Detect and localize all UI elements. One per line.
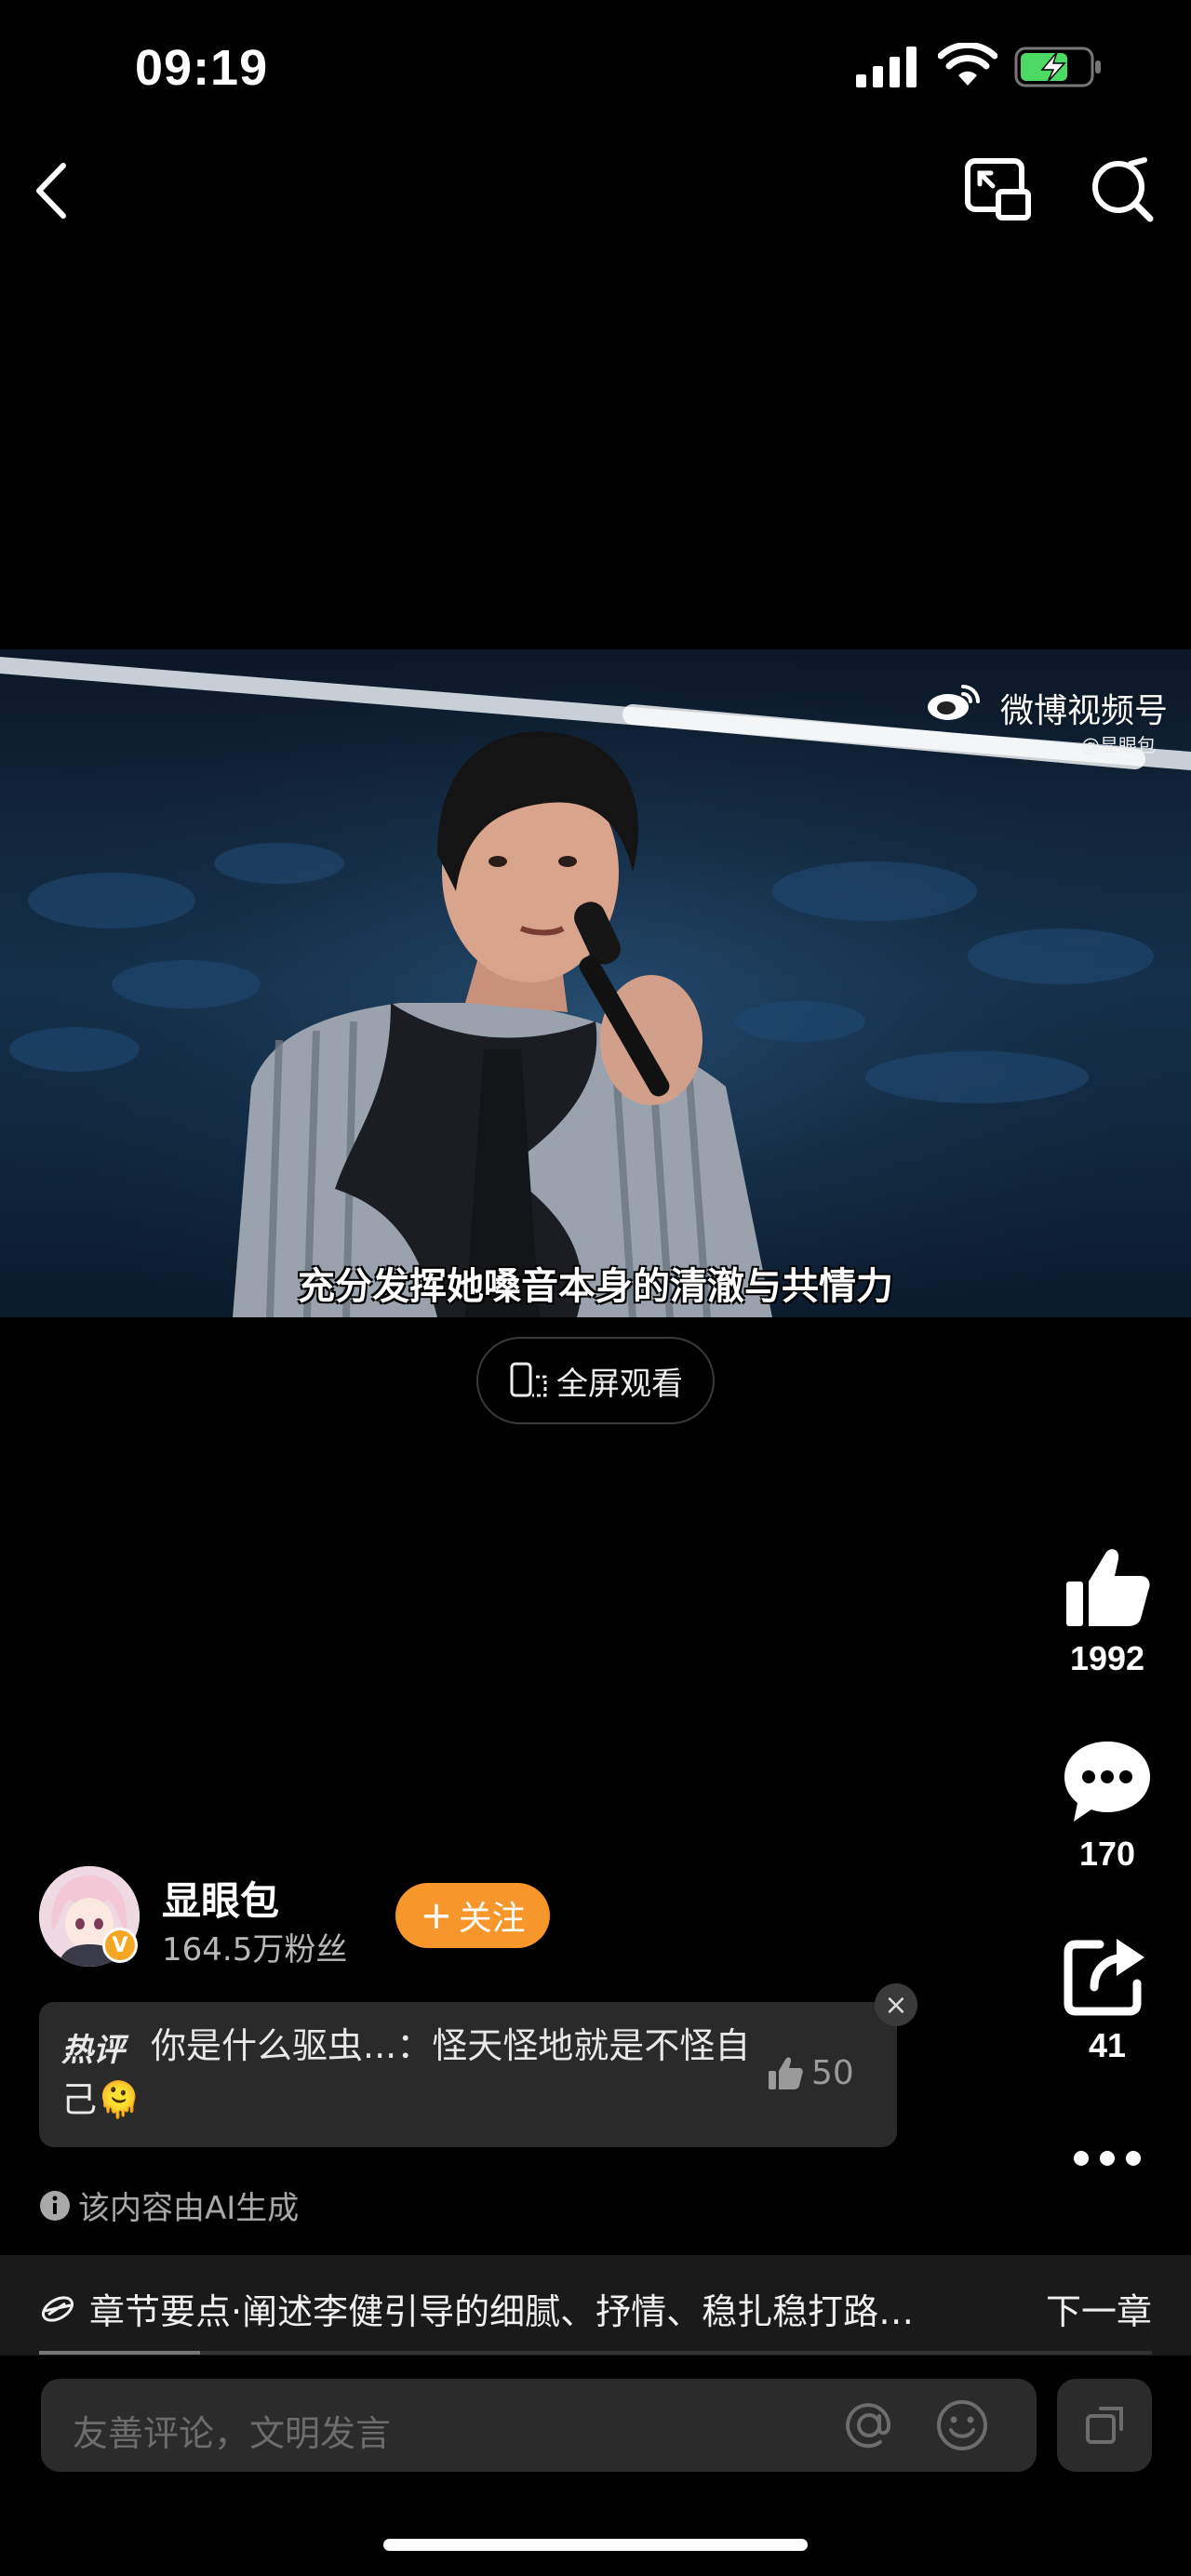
comment-input-placeholder: 友善评论，文明发言	[73, 2413, 392, 2454]
next-chapter-button[interactable]: 下一章	[1046, 2283, 1152, 2334]
author-name[interactable]: 显眼包	[162, 1870, 279, 1927]
back-chevron-icon[interactable]	[30, 158, 71, 223]
share-button[interactable]: 41	[1042, 1931, 1172, 2065]
follow-button[interactable]: + 关注	[395, 1883, 550, 1948]
thumbs-up-icon	[769, 2057, 803, 2089]
picture-in-picture-icon[interactable]	[963, 156, 1032, 221]
share-count: 41	[1088, 2026, 1127, 2064]
video-progress-fill	[39, 2351, 201, 2355]
thumbs-up-icon	[1066, 1549, 1150, 1626]
watermark-title: 微博视频号	[999, 692, 1168, 730]
comment-input[interactable]: 友善评论，文明发言	[41, 2379, 1037, 2472]
cellular-signal-icon	[856, 47, 917, 87]
ai-note-text: 该内容由AI生成	[78, 2190, 300, 2227]
emoji-icon[interactable]	[934, 2397, 990, 2453]
comment-button[interactable]: 170	[1042, 1738, 1172, 1874]
hot-comment-like[interactable]: 50	[767, 2054, 854, 2092]
share-icon	[1064, 1939, 1144, 2016]
hot-comment-card[interactable]: 热评 你是什么驱虫...：怪天怪地就是不怪自己🫠 50	[39, 2002, 897, 2147]
like-button[interactable]: 1992	[1042, 1544, 1172, 1678]
weibo-logo-icon	[928, 685, 980, 720]
info-icon	[40, 2190, 70, 2221]
video-subtitle: 充分发挥她嗓音本身的清澈与共情力	[298, 1265, 893, 1308]
video-progress-bar[interactable]	[39, 2351, 1152, 2355]
hot-comment-like-count: 50	[811, 2054, 854, 2092]
watermark-handle: @显眼包	[1081, 734, 1156, 756]
search-icon[interactable]	[1089, 156, 1156, 223]
chapter-summary[interactable]: 章节要点·阐述李健引导的细腻、抒情、稳扎稳打路…	[39, 2283, 914, 2334]
verified-badge-icon: V	[102, 1928, 138, 1963]
plus-icon: +	[420, 1892, 453, 1938]
video-frame	[0, 649, 1191, 1317]
status-time: 09:19	[135, 40, 269, 96]
ai-generated-note: 该内容由AI生成	[39, 2182, 299, 2228]
chapter-text: 章节要点·阐述李健引导的细腻、抒情、稳扎稳打路…	[89, 2291, 915, 2332]
mention-icon[interactable]	[841, 2397, 897, 2453]
comment-count: 170	[1078, 1835, 1136, 1873]
comment-bubble-icon	[1064, 1742, 1150, 1822]
phone-rotate-icon	[510, 1362, 547, 1397]
wifi-icon	[938, 43, 997, 86]
video-player[interactable]	[0, 649, 1191, 1317]
ai-sparkle-icon	[41, 2295, 74, 2322]
home-indicator[interactable]	[383, 2539, 808, 2551]
expand-input-button[interactable]	[1057, 2379, 1152, 2472]
battery-charging-icon	[1014, 47, 1101, 87]
author-fans-count: 164.5万粉丝	[162, 1931, 348, 1969]
fullscreen-label: 全屏观看	[556, 1365, 683, 1403]
expand-icon	[1086, 2407, 1123, 2444]
fullscreen-button[interactable]: 全屏观看	[476, 1337, 715, 1424]
chapter-bar[interactable]: 章节要点·阐述李健引导的细腻、抒情、稳扎稳打路… 下一章	[0, 2255, 1191, 2356]
follow-label: 关注	[458, 1900, 526, 1938]
close-icon[interactable]: ×	[875, 1983, 917, 2026]
like-count: 1992	[1069, 1639, 1145, 1677]
more-options-icon[interactable]	[1070, 2147, 1144, 2169]
hot-comment-text: 你是什么驱虫...：怪天怪地就是不怪自己🫠	[61, 2025, 751, 2120]
